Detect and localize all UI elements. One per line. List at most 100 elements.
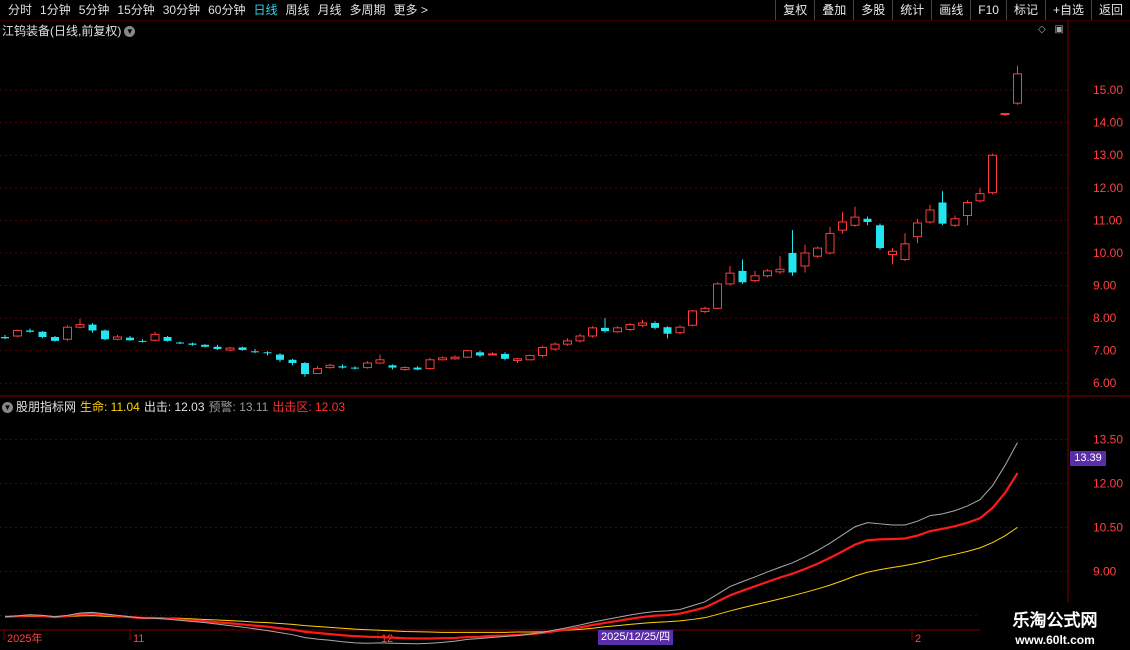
candle-down — [351, 367, 359, 369]
candle-down — [651, 322, 659, 328]
candle-up — [113, 336, 122, 340]
candle-down — [738, 270, 747, 283]
candle-down — [938, 202, 947, 224]
candle-down — [201, 344, 209, 347]
price-axis-label: 13.00 — [1093, 148, 1123, 162]
candle-up — [1013, 73, 1022, 104]
candle-down — [413, 367, 422, 370]
candle-up — [675, 326, 685, 334]
candle-up — [800, 252, 810, 267]
candle-up — [825, 232, 835, 254]
candle-up — [513, 358, 522, 361]
chevron-down-icon[interactable]: ▼ — [2, 402, 13, 414]
date-cursor-label: 2025/12/25/四 — [598, 630, 674, 645]
out-value: 出击: 12.03 — [143, 400, 205, 414]
candle-up — [325, 364, 335, 369]
price-axis-label: 12.00 — [1093, 181, 1123, 195]
candle-up — [700, 307, 710, 313]
indicator-header[interactable]: ▼ 股朋指标网 生命: 11.04 出击: 12.03 预警: 13.11 出击区: 12… — [2, 398, 345, 415]
candle-up — [813, 247, 822, 257]
candle-down — [476, 352, 484, 356]
candle-down — [51, 336, 59, 341]
candle-down — [138, 340, 147, 342]
candle-down — [26, 330, 34, 332]
candle-up — [1000, 113, 1010, 116]
candle-up — [975, 193, 985, 202]
candle-down — [213, 346, 222, 350]
indicator-axis-label: 12.00 — [1093, 476, 1123, 490]
candle-down — [388, 365, 397, 368]
candle-up — [775, 268, 785, 273]
candle-up — [363, 362, 372, 369]
candle-down — [263, 352, 272, 354]
candle-up — [888, 250, 897, 256]
indicator-line-life — [4, 526, 1018, 633]
candle-up — [313, 368, 322, 374]
candle-down — [288, 359, 297, 364]
candle-up — [638, 322, 647, 326]
date-label: 2 — [915, 633, 921, 645]
candle-up — [488, 353, 497, 356]
indicator-axis-label: 10.50 — [1093, 520, 1123, 534]
price-axis-label: 11.00 — [1093, 213, 1122, 227]
candle-up — [725, 272, 735, 285]
candle-up — [13, 329, 22, 337]
candle-up — [450, 356, 460, 360]
candle-down — [663, 327, 672, 334]
candle-up — [763, 270, 772, 277]
candle-up — [688, 310, 697, 326]
candle-down — [1, 336, 9, 339]
price-axis-label: 10.00 — [1093, 246, 1123, 260]
candle-up — [225, 347, 235, 351]
candle-up — [563, 340, 572, 345]
candle-up — [75, 324, 85, 328]
candle-up — [375, 359, 385, 364]
indicator-line-warn — [4, 442, 1018, 645]
watermark: 乐淘公式网 www.60lt.com — [980, 602, 1130, 650]
candle-down — [788, 252, 797, 273]
candle-up — [713, 283, 722, 309]
candle-up — [625, 324, 635, 330]
candle-down — [126, 337, 134, 341]
warn-value: 预警: 13.11 — [208, 400, 269, 414]
candle-down — [101, 330, 109, 340]
candle-up — [63, 326, 72, 340]
candle-down — [251, 351, 259, 353]
candle-up — [438, 357, 447, 361]
candle-up — [838, 221, 847, 231]
indicator-axis-label: 13.50 — [1093, 432, 1123, 446]
candle-up — [850, 216, 860, 226]
indicator-name: 股朋指标网 — [16, 400, 77, 414]
price-axis-label: 14.00 — [1093, 116, 1123, 130]
candle-up — [400, 367, 410, 371]
date-label: 2025年 — [7, 631, 42, 645]
candle-up — [150, 333, 160, 341]
indicator-line-out — [4, 472, 1019, 640]
candle-up — [588, 327, 597, 337]
candle-up — [750, 275, 760, 282]
date-label: 11 — [133, 633, 144, 645]
kline-chart[interactable]: 15.00 14.00 13.00 12.00 11.00 10.00 9.00 8.00 7.… — [0, 0, 1130, 650]
price-axis-label: 9.00 — [1093, 279, 1117, 293]
candle-up — [925, 209, 935, 223]
candle-up — [550, 343, 560, 350]
candle-down — [601, 327, 609, 332]
price-axis-label: 8.00 — [1093, 311, 1117, 325]
candle-up — [613, 327, 622, 333]
candle-down — [238, 347, 247, 351]
price-axis-label: 15.00 — [1093, 83, 1123, 97]
zone-value: 出击区: 12.03 — [272, 400, 346, 414]
price-axis-label: 6.00 — [1093, 376, 1117, 390]
candle-up — [913, 222, 922, 238]
indicator-axis-label: 9.00 — [1093, 564, 1117, 578]
watermark-title: 乐淘公式网 — [1012, 611, 1098, 630]
candle-down — [863, 218, 872, 223]
candle-up — [900, 243, 910, 260]
candle-down — [501, 353, 509, 359]
candle-down — [163, 336, 172, 341]
candle-up — [963, 201, 972, 216]
candle-down — [88, 324, 97, 331]
candle-up — [463, 350, 472, 358]
candle-down — [188, 343, 197, 345]
candle-up — [950, 218, 960, 226]
